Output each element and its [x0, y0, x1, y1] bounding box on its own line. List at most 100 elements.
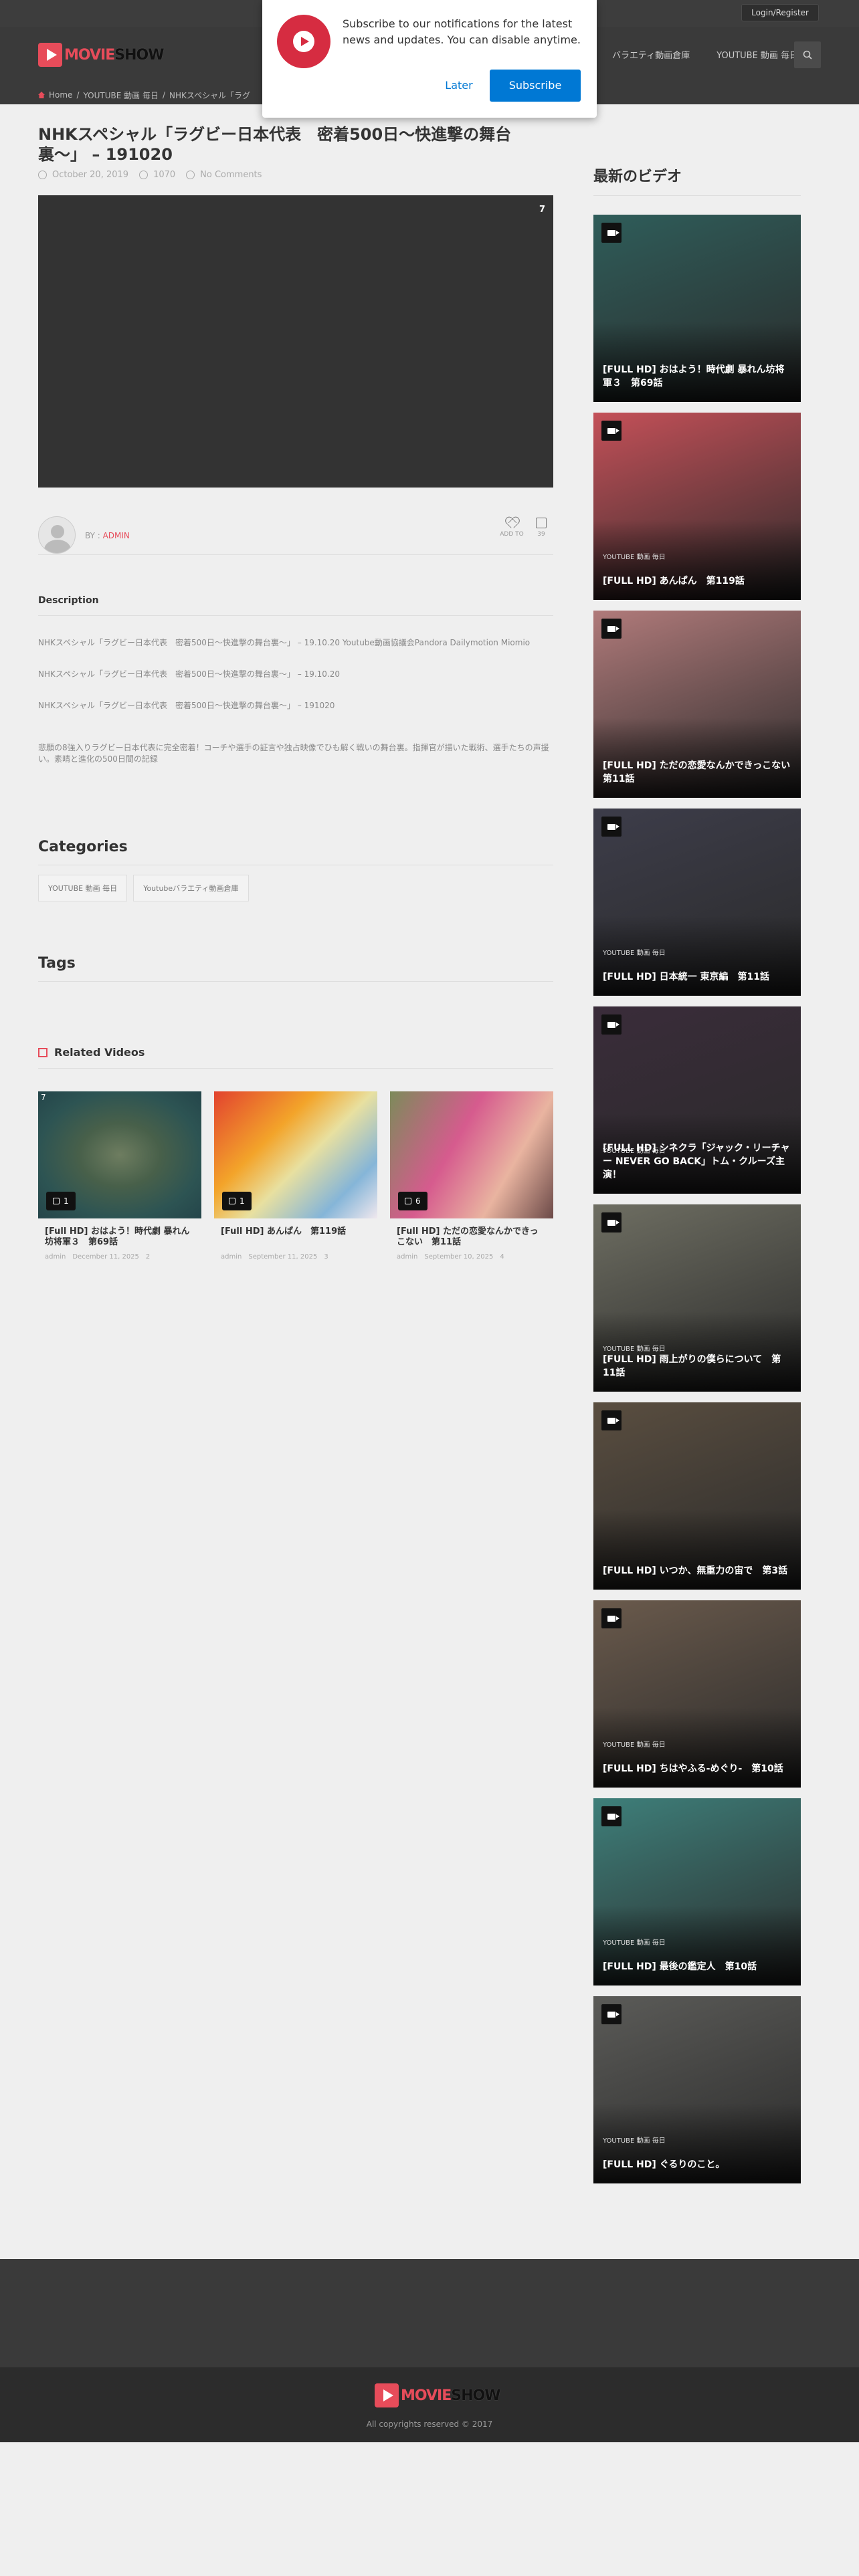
latest-video-title[interactable]: [FULL HD] あんぱん 第119話	[603, 574, 791, 588]
latest-video-card[interactable]: YOUTUBE 動画 毎日 [FULL HD] あんぱん 第119話	[593, 413, 801, 600]
latest-video-category: YOUTUBE 動画 毎日	[603, 1939, 666, 1947]
like-badge: 1	[222, 1192, 252, 1210]
sidebar-heading: 最新のビデオ	[593, 169, 682, 185]
related-title[interactable]: [Full HD] ただの恋愛なんかできっこない 第11話	[390, 1226, 553, 1248]
related-meta: admin December 11, 2025 2	[45, 1253, 151, 1261]
latest-video-title[interactable]: [FULL HD] 雨上がりの僕らについて 第11話	[603, 1353, 791, 1380]
video-camera-icon	[601, 619, 622, 639]
related-card[interactable]: 7 1 [Full HD] おはよう！時代劇 暴れん坊将軍３ 第69話 admi…	[38, 1091, 201, 1261]
video-camera-icon	[601, 223, 622, 243]
related-title[interactable]: [Full HD] あんぱん 第119話	[214, 1226, 377, 1248]
play-logo-icon	[375, 2383, 399, 2407]
like-count: 39	[537, 531, 545, 538]
logo-movie-text: MOVIE	[64, 46, 115, 64]
video-camera-icon	[601, 2004, 622, 2024]
search-button[interactable]	[794, 41, 821, 68]
video-player[interactable]: 7	[38, 195, 553, 488]
latest-video-card[interactable]: [FULL HD] いつか、無重力の宙で 第3話	[593, 1402, 801, 1590]
footer-widgets	[0, 2259, 859, 2367]
logo-movie-text: MOVIE	[401, 2387, 452, 2404]
latest-video-title[interactable]: [FULL HD] 日本統一 東京編 第11話	[603, 970, 791, 984]
latest-video-card[interactable]: [FULL HD] ただの恋愛なんかできっこない 第11話	[593, 611, 801, 798]
author-bar: BY : ADMIN ADD TO 39	[38, 516, 553, 555]
post-date: October 20, 2019	[52, 170, 129, 180]
latest-video-card[interactable]: YOUTUBE 動画 毎日 [FULL HD] シネクラ「ジャック・リーチャー N…	[593, 1006, 801, 1194]
author-link[interactable]: ADMIN	[103, 531, 130, 540]
latest-video-title[interactable]: [FULL HD] ただの恋愛なんかできっこない 第11話	[603, 759, 799, 786]
thumbs-up-icon	[229, 1198, 235, 1204]
latest-video-category: YOUTUBE 動画 毎日	[603, 554, 666, 561]
categories-section: Categories YOUTUBE 動画 毎日 Youtubeバラエティ動画倉…	[38, 839, 553, 901]
latest-video-title[interactable]: [FULL HD] おはよう！時代劇 暴れん坊将軍３ 第69話	[603, 363, 791, 390]
related-section: Related Videos 7 1 [Full HD] おはよう！時代劇 暴れ…	[38, 1046, 553, 1272]
sidebar: 最新のビデオ [FULL HD] おはよう！時代劇 暴れん坊将軍３ 第69話 YO…	[593, 165, 801, 2183]
author-byline: BY : ADMIN	[85, 531, 130, 540]
breadcrumb: Home / YOUTUBE 動画 毎日 / NHKスペシャル「ラグ	[38, 88, 279, 102]
nav-item-youtube-daily[interactable]: YOUTUBE 動画 毎日	[717, 48, 798, 61]
latest-video-title[interactable]: [FULL HD] シネクラ「ジャック・リーチャー NEVER GO BACK」…	[603, 1142, 791, 1182]
like-button[interactable]: 39	[529, 516, 553, 538]
category-tag[interactable]: YOUTUBE 動画 毎日	[38, 875, 128, 901]
subscribe-button[interactable]: Subscribe	[490, 70, 581, 102]
add-to-button[interactable]: ADD TO	[500, 516, 524, 538]
latest-video-category: YOUTUBE 動画 毎日	[603, 1741, 666, 1749]
eye-icon	[139, 171, 149, 179]
home-icon	[38, 92, 45, 98]
latest-video-card[interactable]: [FULL HD] おはよう！時代劇 暴れん坊将軍３ 第69話	[593, 215, 801, 402]
site-logo[interactable]: MOVIESHOW	[38, 41, 164, 68]
description-section: Description NHKスペシャル「ラグビー日本代表 密着500日〜快進撃…	[38, 595, 553, 765]
footer-logo[interactable]: MOVIESHOW	[375, 2383, 500, 2407]
description-heading: Description	[38, 595, 99, 606]
latest-video-card[interactable]: YOUTUBE 動画 毎日 [FULL HD] ちはやふる-めぐり- 第10話	[593, 1600, 801, 1788]
login-register-button[interactable]: Login/Register	[741, 4, 819, 21]
latest-video-card[interactable]: YOUTUBE 動画 毎日 [FULL HD] 日本統一 東京編 第11話	[593, 809, 801, 996]
search-icon	[803, 50, 812, 60]
later-button[interactable]: Later	[424, 70, 494, 102]
post-meta: October 20, 2019 1070 No Comments	[38, 170, 553, 180]
related-card[interactable]: 1 [Full HD] あんぱん 第119話 admin September 11…	[214, 1091, 377, 1261]
video-camera-icon	[601, 1806, 622, 1826]
comment-icon	[186, 171, 195, 179]
heart-icon	[506, 518, 518, 528]
breadcrumb-home[interactable]: Home	[49, 90, 72, 100]
player-badge: 7	[539, 205, 545, 215]
related-thumbnail[interactable]: 6	[390, 1091, 553, 1218]
related-card[interactable]: 6 [Full HD] ただの恋愛なんかできっこない 第11話 admin Sep…	[390, 1091, 553, 1261]
related-thumbnail[interactable]: 7 1	[38, 1091, 201, 1218]
latest-video-card[interactable]: YOUTUBE 動画 毎日 [FULL HD] 雨上がりの僕らについて 第11話	[593, 1204, 801, 1392]
latest-video-title[interactable]: [FULL HD] ちはやふる-めぐり- 第10話	[603, 1762, 791, 1776]
latest-video-title[interactable]: [FULL HD] 最後の鑑定人 第10話	[603, 1960, 791, 1973]
latest-video-title[interactable]: [FULL HD] ぐるりのこと。	[603, 2158, 791, 2171]
avatar	[38, 516, 76, 554]
video-camera-icon	[601, 1212, 622, 1232]
footer: MOVIESHOW All copyrights reserved © 2017	[0, 2367, 859, 2442]
related-meta: admin September 10, 2025 4	[397, 1253, 504, 1261]
logo-show-text: SHOW	[114, 46, 164, 64]
tags-heading: Tags	[38, 955, 76, 972]
description-paragraph: 悲願の8強入りラグビー日本代表に完全密着！コーチや選手の証言や独占映像でひも解く…	[38, 743, 549, 764]
view-count: 1070	[153, 170, 176, 180]
nav-item-variety[interactable]: バラエティ動画倉庫	[612, 48, 690, 61]
category-tag[interactable]: Youtubeバラエティ動画倉庫	[133, 875, 249, 901]
comment-count[interactable]: No Comments	[200, 170, 262, 180]
copyright: All copyrights reserved © 2017	[366, 2420, 493, 2429]
video-camera-icon	[601, 817, 622, 837]
film-icon	[38, 1047, 47, 1057]
description-paragraph: NHKスペシャル「ラグビー日本代表 密着500日〜快進撃の舞台裏〜」 – 19.…	[38, 669, 341, 679]
notification-message: Subscribe to our notifications for the l…	[343, 17, 581, 46]
breadcrumb-category[interactable]: YOUTUBE 動画 毎日	[83, 90, 158, 101]
video-camera-icon	[601, 1410, 622, 1430]
page-title: NHKスペシャル「ラグビー日本代表 密着500日〜快進撃の舞台裏〜」 – 191…	[38, 125, 512, 164]
logo-show-text: SHOW	[451, 2387, 500, 2404]
thumbs-up-icon	[405, 1198, 411, 1204]
related-thumbnail[interactable]: 1	[214, 1091, 377, 1218]
latest-video-card[interactable]: YOUTUBE 動画 毎日 [FULL HD] ぐるりのこと。	[593, 1996, 801, 2183]
video-camera-icon	[601, 1608, 622, 1628]
related-list: 7 1 [Full HD] おはよう！時代劇 暴れん坊将軍３ 第69話 admi…	[38, 1091, 553, 1272]
main-nav: バラエティ動画倉庫 YOUTUBE 動画 毎日	[612, 48, 798, 61]
related-corner-badge: 7	[41, 1093, 46, 1102]
latest-video-card[interactable]: YOUTUBE 動画 毎日 [FULL HD] 最後の鑑定人 第10話	[593, 1798, 801, 1985]
latest-video-title[interactable]: [FULL HD] いつか、無重力の宙で 第3話	[603, 1564, 791, 1578]
notification-popup: Subscribe to our notifications for the l…	[262, 0, 597, 118]
related-title[interactable]: [Full HD] おはよう！時代劇 暴れん坊将軍３ 第69話	[38, 1226, 201, 1248]
